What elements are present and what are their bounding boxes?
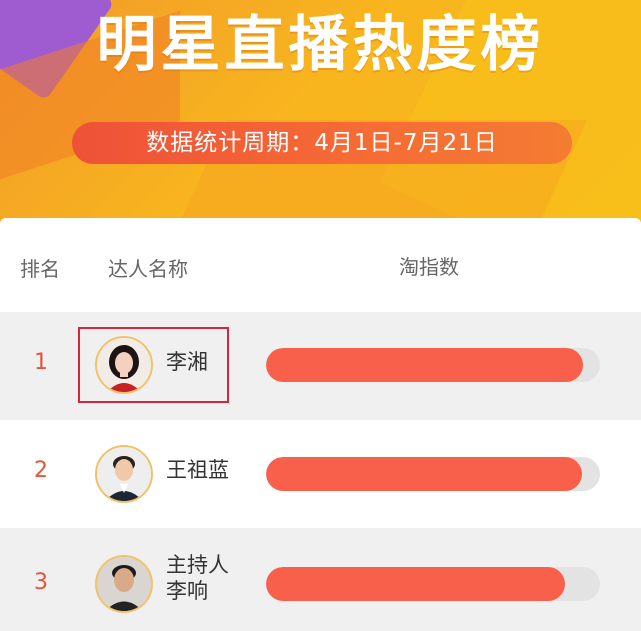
index-bar	[266, 348, 600, 382]
man-avatar-icon	[97, 557, 151, 611]
column-header-rank: 排名	[20, 257, 60, 281]
rank-number: 1	[34, 350, 48, 375]
period-badge: 数据统计周期：4月1日-7月21日	[72, 122, 572, 164]
page-title: 明星直播热度榜	[96, 10, 545, 80]
table-row[interactable]: 3 主持人 李响	[0, 528, 641, 631]
index-bar-fill	[266, 567, 565, 601]
column-header-index: 淘指数	[399, 255, 459, 279]
talent-name: 王祖蓝	[166, 458, 229, 482]
index-bar	[266, 567, 600, 601]
avatar	[95, 445, 153, 503]
header-banner: 明星直播热度榜 数据统计周期：4月1日-7月21日	[0, 0, 641, 245]
talent-name-line-2: 李响	[166, 579, 208, 603]
index-bar-fill	[266, 457, 582, 491]
column-header-name: 达人名称	[108, 257, 188, 281]
ranking-table: 排名 达人名称 淘指数 1 李湘 2 王祖蓝 3 主持人 李响	[0, 218, 641, 631]
index-bar-fill	[266, 348, 584, 382]
rank-number: 3	[34, 570, 48, 595]
avatar	[95, 555, 153, 613]
talent-name-line-1: 主持人	[166, 553, 229, 577]
table-row[interactable]: 2 王祖蓝	[0, 420, 641, 528]
index-bar	[266, 457, 600, 491]
highlight-frame	[78, 327, 229, 403]
table-header: 排名 达人名称 淘指数	[0, 218, 641, 312]
man-avatar-icon	[97, 447, 151, 501]
rank-number: 2	[34, 458, 48, 483]
